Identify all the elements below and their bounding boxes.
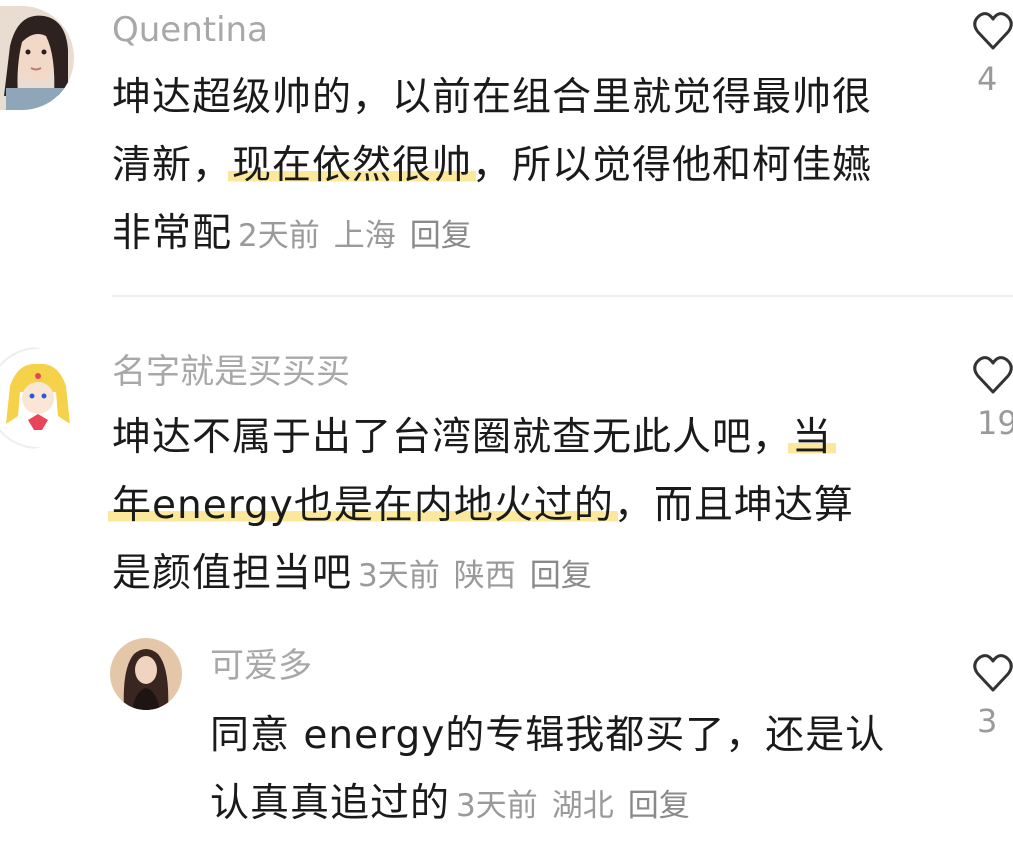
comment-meta: 3天前 陕西 回复 — [358, 558, 592, 594]
comment-line: 同意 energy的专辑我都买了，还是认 — [210, 702, 885, 770]
avatar[interactable] — [0, 346, 76, 450]
text-segment: 认真真追过的 — [210, 781, 451, 826]
comment-location: 上海 — [333, 218, 396, 254]
username[interactable]: Quentina — [112, 10, 268, 50]
highlighted-text: 现在依然很帅 — [228, 143, 477, 188]
comment-line: 坤达超级帅的，以前在组合里就觉得最帅很 — [112, 64, 872, 132]
like-count: 19 — [977, 404, 1013, 442]
username[interactable]: 可爱多 — [210, 646, 312, 686]
like-button[interactable]: 4 — [973, 10, 1013, 98]
comment-meta: 3天前 湖北 回复 — [456, 788, 690, 824]
comment-line: 清新，现在依然很帅，所以觉得他和柯佳嬿 — [112, 132, 872, 200]
avatar[interactable] — [0, 6, 74, 110]
comment-time: 3天前 — [358, 558, 440, 594]
comment-line: 年energy也是在内地火过的，而且坤达算 — [108, 472, 854, 540]
avatar[interactable] — [110, 638, 182, 710]
comment-line: 是颜值担当吧 3天前 陕西 回复 — [112, 540, 854, 608]
username[interactable]: 名字就是买买买 — [112, 352, 350, 392]
text-segment: 坤达超级帅的，以前在组合里就觉得最帅很 — [112, 75, 873, 120]
divider — [112, 295, 1013, 297]
comment-text: 坤达不属于出了台湾圈就查无此人吧，当 年energy也是在内地火过的，而且坤达算是… — [108, 404, 854, 608]
reply-button[interactable]: 回复 — [628, 788, 690, 824]
comment-line: 非常配 2天前 上海 回复 — [112, 200, 872, 268]
text-segment: 清新， — [112, 143, 233, 188]
text-segment: ，而且坤达算 — [613, 483, 854, 528]
comment-line: 坤达不属于出了台湾圈就查无此人吧，当 — [112, 404, 854, 472]
reply-button[interactable]: 回复 — [410, 218, 472, 254]
highlighted-text: 当 — [788, 415, 837, 460]
text-segment: 是颜值担当吧 — [112, 551, 353, 596]
like-button[interactable]: 3 — [973, 652, 1013, 740]
text-segment: ，所以觉得他和柯佳嬿 — [472, 143, 873, 188]
comment-location: 湖北 — [551, 788, 614, 824]
like-button[interactable]: 19 — [973, 354, 1013, 442]
comment-text: 同意 energy的专辑我都买了，还是认 认真真追过的 3天前 湖北 回复 — [210, 702, 885, 838]
heart-outline-icon — [973, 654, 1013, 692]
reply-button[interactable]: 回复 — [530, 558, 592, 594]
like-count: 4 — [977, 60, 998, 98]
comment-text: 坤达超级帅的，以前在组合里就觉得最帅很 清新，现在依然很帅，所以觉得他和柯佳嬿 非常… — [112, 64, 872, 268]
comment-meta: 2天前 上海 回复 — [238, 218, 472, 254]
highlighted-text: 年energy也是在内地火过的 — [108, 483, 618, 528]
text-segment: 同意 energy的专辑我都买了，还是认 — [210, 713, 886, 758]
comment-line: 认真真追过的 3天前 湖北 回复 — [210, 770, 885, 838]
like-count: 3 — [977, 702, 998, 740]
comment-location: 陕西 — [453, 558, 516, 594]
comment-time: 2天前 — [238, 218, 320, 254]
text-segment: 坤达不属于出了台湾圈就查无此人吧， — [112, 415, 793, 460]
heart-outline-icon — [973, 12, 1013, 50]
comment-time: 3天前 — [456, 788, 538, 824]
heart-outline-icon — [973, 356, 1013, 394]
text-segment: 非常配 — [112, 211, 233, 256]
